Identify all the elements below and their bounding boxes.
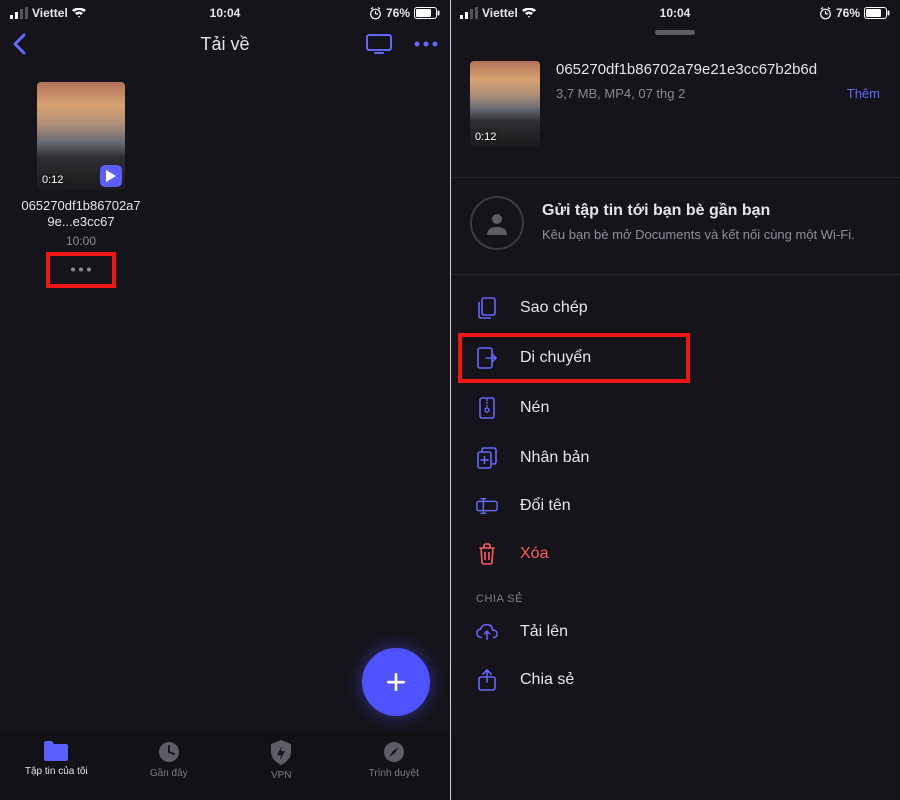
- move-icon: [476, 347, 498, 369]
- share-icon: [476, 669, 498, 691]
- zip-icon: [476, 397, 498, 419]
- file-name-label: 065270df1b86702a79e21e3cc67b2b6d: [556, 61, 880, 78]
- share-card-desc: Kêu bạn bè mở Documents và kết nối cùng …: [542, 226, 855, 244]
- nav-bar: Tải về: [0, 22, 450, 66]
- copy-icon: [476, 297, 498, 319]
- status-bar: Viettel 10:04 76%: [0, 0, 450, 22]
- action-rename[interactable]: Đổi tên: [450, 483, 900, 529]
- action-list: Sao chép Di chuyển Nén Nhân bản Đổi tên …: [450, 275, 900, 699]
- rename-icon: [476, 497, 498, 515]
- status-time: 10:04: [450, 6, 900, 20]
- status-time: 10:04: [0, 6, 450, 20]
- share-card-title: Gửi tập tin tới bạn bè gần bạn: [542, 202, 855, 220]
- avatar-icon: [470, 196, 524, 250]
- action-upload[interactable]: Tải lên: [450, 609, 900, 655]
- computer-icon[interactable]: [366, 34, 392, 54]
- video-thumbnail[interactable]: 0:12: [470, 61, 540, 147]
- right-pane: Viettel 10:04 76% 0:12 065270df1b86702a7…: [450, 0, 900, 800]
- more-link[interactable]: Thêm: [847, 86, 880, 101]
- share-section-label: CHIA SẺ: [450, 579, 900, 609]
- trash-icon: [476, 543, 498, 565]
- action-copy[interactable]: Sao chép: [450, 283, 900, 333]
- back-button[interactable]: [12, 33, 26, 55]
- file-subtitle: 3,7 MB, MP4, 07 thg 2: [556, 86, 685, 101]
- cloud-upload-icon: [476, 623, 498, 641]
- action-share[interactable]: Chia sẻ: [450, 655, 900, 691]
- file-grid: 0:12 065270df1b86702a79e...e3cc67 10:00: [0, 66, 450, 298]
- action-duplicate[interactable]: Nhân bản: [450, 433, 900, 483]
- tab-browser[interactable]: Trình duyệt: [338, 740, 451, 779]
- duplicate-icon: [476, 447, 498, 469]
- file-item[interactable]: 0:12 065270df1b86702a79e...e3cc67 10:00: [18, 82, 144, 282]
- tab-recent[interactable]: Gần đây: [113, 740, 226, 779]
- video-duration: 0:12: [42, 174, 63, 186]
- tab-my-files[interactable]: Tập tin của tôi: [0, 740, 113, 777]
- add-button[interactable]: +: [362, 648, 430, 716]
- action-delete[interactable]: Xóa: [450, 529, 900, 579]
- play-icon: [100, 165, 122, 187]
- file-name-label: 065270df1b86702a79e...e3cc67: [18, 198, 144, 231]
- file-header: 0:12 065270df1b86702a79e21e3cc67b2b6d 3,…: [450, 35, 900, 167]
- action-move[interactable]: Di chuyển: [450, 333, 900, 383]
- tab-bar: Tập tin của tôi Gần đây VPN Trình duyệt: [0, 732, 450, 800]
- status-bar: Viettel 10:04 76%: [450, 0, 900, 22]
- video-duration: 0:12: [475, 131, 496, 143]
- file-time-label: 10:00: [66, 234, 96, 248]
- left-pane: Viettel 10:04 76% Tải về 0:: [0, 0, 450, 800]
- action-compress[interactable]: Nén: [450, 383, 900, 433]
- plus-icon: +: [385, 664, 406, 700]
- more-button[interactable]: [414, 41, 438, 47]
- share-nearby-card[interactable]: Gửi tập tin tới bạn bè gần bạn Kêu bạn b…: [450, 177, 900, 275]
- tab-vpn[interactable]: VPN: [225, 740, 338, 781]
- file-more-button[interactable]: [56, 258, 106, 282]
- video-thumbnail[interactable]: 0:12: [37, 82, 125, 190]
